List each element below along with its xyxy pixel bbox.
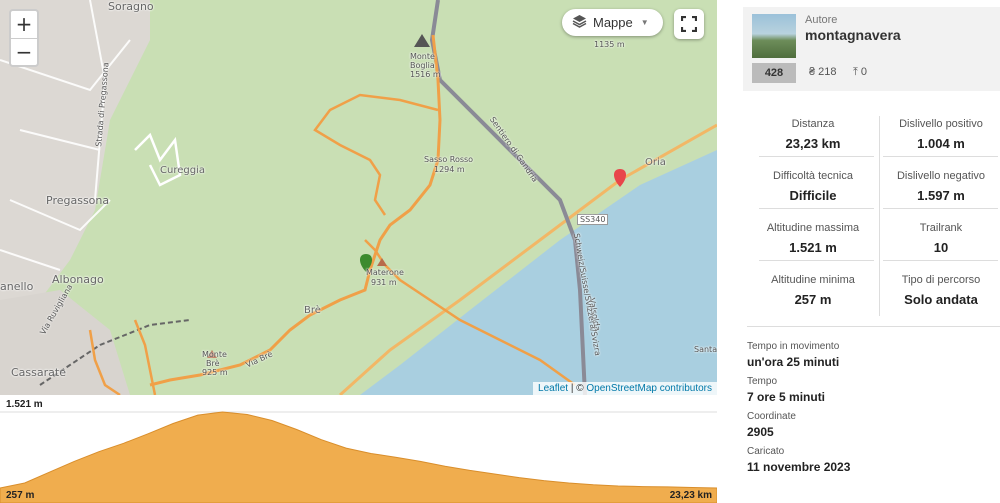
layers-icon xyxy=(572,14,587,31)
stats-separator xyxy=(759,260,874,261)
stat-altitudine-massima: Altitudine massima 1.521 m xyxy=(751,222,875,255)
map-layers-button[interactable]: Mappe ▼ xyxy=(562,9,663,36)
stat-label: Altitudine massima xyxy=(766,222,860,234)
stats-separator xyxy=(883,156,998,157)
osm-link[interactable]: OpenStreetMap contributors xyxy=(586,383,712,394)
map-label-materone-ele: 931 m xyxy=(371,278,397,287)
trail-details: Tempo in movimento un'ora 25 minuti Temp… xyxy=(747,326,1000,481)
chevron-down-icon: ▼ xyxy=(640,18,649,27)
detail-value: 11 novembre 2023 xyxy=(747,460,851,474)
author-following: ⤒ 0 xyxy=(853,66,868,78)
map-label-monte-bre-2: Brè xyxy=(206,359,220,368)
trail-track-main xyxy=(149,34,442,387)
stat-dislivello-negativo: Dislivello negativo 1.597 m xyxy=(879,170,1000,203)
detail-value: 2905 xyxy=(747,425,774,439)
map-label-monte-boglia-2: Boglia xyxy=(410,61,435,70)
trail-track-southwest xyxy=(133,319,157,395)
map-label-bre: Brè xyxy=(304,305,321,316)
elevation-profile[interactable]: 1.521 m 257 m 23,23 km xyxy=(0,395,717,503)
zoom-control: + − xyxy=(9,9,39,67)
attribution-separator: | © xyxy=(568,383,587,394)
detail-tempo: Tempo 7 ore 5 minuti xyxy=(747,376,1000,404)
author-trails-count: 428 xyxy=(752,63,796,83)
stat-tipo-percorso: Tipo di percorso Solo andata xyxy=(879,274,1000,307)
map-label-sasso-rosso: Sasso Rosso xyxy=(424,155,474,164)
map-label-monte-boglia: Monte xyxy=(410,52,435,61)
stats-separator xyxy=(759,208,874,209)
road-loop xyxy=(134,132,182,187)
map-label-cassarate: Cassarate xyxy=(11,366,66,379)
stat-value: 1.521 m xyxy=(789,240,837,255)
urban-area-south xyxy=(0,290,130,395)
leaflet-link[interactable]: Leaflet xyxy=(538,383,568,394)
stats-separator xyxy=(883,260,998,261)
stat-trailrank: Trailrank 10 xyxy=(879,222,1000,255)
fullscreen-button[interactable] xyxy=(674,9,704,39)
map-label-anello: anello xyxy=(0,280,34,293)
stat-label: Altitudine minima xyxy=(771,274,855,286)
map-label-alt-1135: 1135 m xyxy=(594,40,625,49)
detail-tempo-movimento: Tempo in movimento un'ora 25 minuti xyxy=(747,341,1000,369)
author-label: Autore xyxy=(805,14,838,26)
stat-label: Dislivello negativo xyxy=(896,170,986,182)
elevation-area xyxy=(0,411,717,503)
author-card[interactable]: Autore montagnavera 428 ₴ 218 ⤒ 0 xyxy=(743,7,1000,91)
stat-difficolta: Difficoltà tecnica Difficile xyxy=(751,170,875,203)
map-label-sasso-rosso-ele: 1294 m xyxy=(434,165,465,174)
zoom-out-button[interactable]: − xyxy=(11,38,37,65)
trail-map[interactable]: Soragno Monte Boglia 1516 m 1135 m Cureg… xyxy=(0,0,717,395)
peak-materone xyxy=(377,258,387,266)
stats-separator xyxy=(759,156,874,157)
map-label-monte-bre-ele: 925 m xyxy=(202,368,228,377)
map-label-cureggia: Cureggia xyxy=(160,165,205,176)
author-name[interactable]: montagnavera xyxy=(805,27,901,43)
detail-coordinate: Coordinate 2905 xyxy=(747,411,1000,439)
detail-label: Caricato xyxy=(747,446,785,457)
stat-label: Distanza xyxy=(791,118,835,130)
detail-label: Tempo in movimento xyxy=(747,341,840,352)
peak-monte-boglia xyxy=(414,34,430,47)
stat-label: Dislivello positivo xyxy=(899,118,983,130)
author-followers: ₴ 218 xyxy=(809,66,837,78)
stat-value: Solo andata xyxy=(904,292,978,307)
stat-label: Trailrank xyxy=(919,222,963,234)
stat-value: 1.597 m xyxy=(917,188,965,203)
map-label-ss340: SS340 xyxy=(577,214,609,225)
detail-label: Coordinate xyxy=(747,411,796,422)
stat-value: 1.004 m xyxy=(917,136,965,151)
stats-separator xyxy=(883,208,998,209)
map-label-santa: Santa xyxy=(694,345,717,354)
zoom-in-button[interactable]: + xyxy=(11,11,37,38)
elevation-min-label: 257 m xyxy=(6,490,35,501)
elevation-chart[interactable] xyxy=(0,395,717,503)
map-label-oria: Oria xyxy=(645,157,666,168)
fullscreen-icon xyxy=(681,16,697,32)
stat-value: Difficile xyxy=(789,188,837,203)
detail-caricato: Caricato 11 novembre 2023 xyxy=(747,446,1000,474)
map-label-soragno: Soragno xyxy=(108,0,154,13)
elevation-distance-label: 23,23 km xyxy=(669,490,712,501)
map-attribution: Leaflet | © OpenStreetMap contributors xyxy=(533,382,717,395)
detail-value: 7 ore 5 minuti xyxy=(747,390,826,404)
map-label-monte-bre: Monte xyxy=(202,350,227,359)
stat-value: 10 xyxy=(933,240,949,255)
sidebar: Autore montagnavera 428 ₴ 218 ⤒ 0 Distan… xyxy=(743,0,1000,503)
avatar[interactable] xyxy=(752,14,796,58)
map-label-materone: Materone xyxy=(366,268,404,277)
stat-altitudine-minima: Altitudine minima 257 m xyxy=(751,274,875,307)
map-layers-label: Mappe xyxy=(593,15,633,30)
map-label-monte-boglia-ele: 1516 m xyxy=(410,70,441,79)
stat-label: Difficoltà tecnica xyxy=(773,170,853,182)
page: Soragno Monte Boglia 1516 m 1135 m Cureg… xyxy=(0,0,1000,503)
stat-label: Tipo di percorso xyxy=(901,274,981,286)
elevation-max-label: 1.521 m xyxy=(6,399,43,410)
stat-value: 257 m xyxy=(794,292,832,307)
stat-dislivello-positivo: Dislivello positivo 1.004 m xyxy=(879,118,1000,151)
stat-value: 23,23 km xyxy=(785,136,841,151)
stat-distanza: Distanza 23,23 km xyxy=(751,118,875,151)
detail-value: un'ora 25 minuti xyxy=(747,355,840,369)
detail-label: Tempo xyxy=(747,376,778,387)
map-label-albonago: Albonago xyxy=(52,273,104,286)
map-label-pregassona: Pregassona xyxy=(46,194,110,207)
